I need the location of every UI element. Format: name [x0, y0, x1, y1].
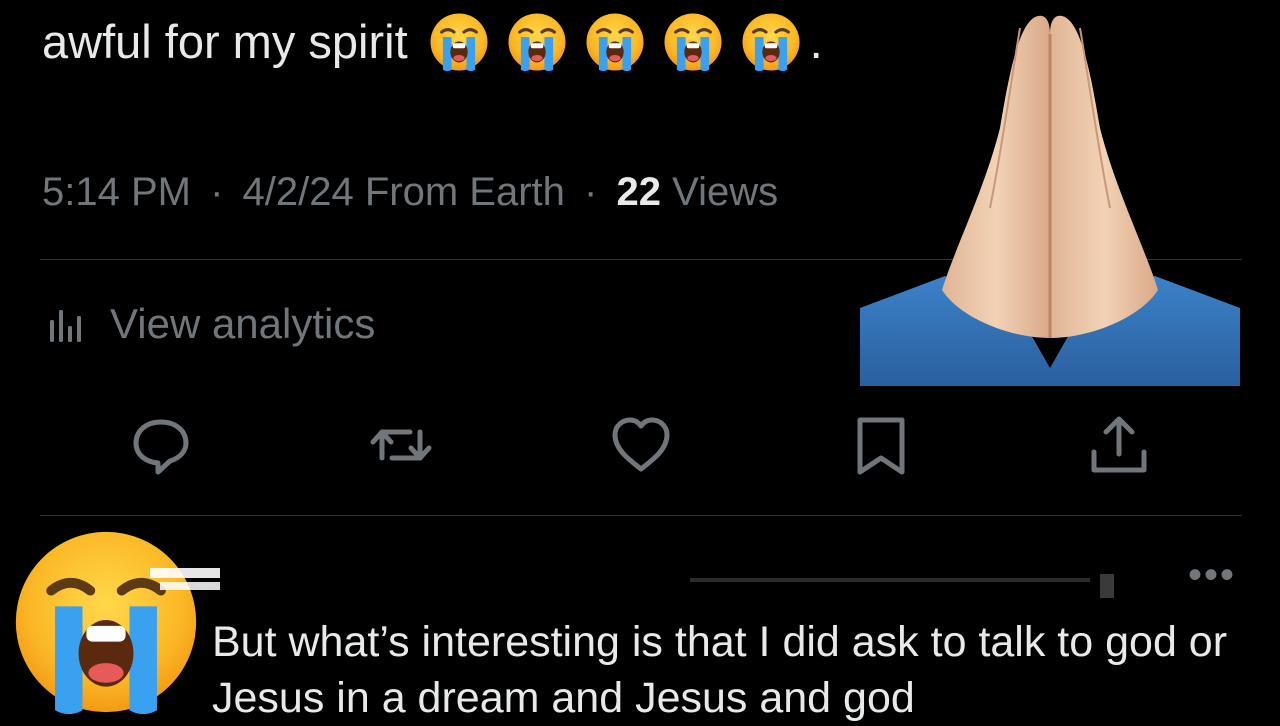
loudly-crying-face-icon [8, 524, 204, 720]
loudly-crying-face-icon [740, 11, 802, 73]
reply-button[interactable] [126, 410, 196, 480]
reply-text: But what’s interesting is that I did ask… [212, 618, 1228, 722]
tweet-meta: 5:14 PM · 4/2/24 From Earth · 22 Views [42, 166, 778, 218]
like-button[interactable] [606, 410, 676, 480]
tweet-text: awful for my spirit [42, 15, 408, 68]
folded-hands-icon [860, 15, 1240, 386]
redaction-scribble [150, 568, 1114, 598]
reply-bubble-icon [133, 419, 189, 475]
emoji-group [428, 11, 802, 73]
retweet-icon [370, 429, 432, 461]
share-upload-icon [1091, 416, 1147, 473]
analytics-bars-icon [50, 310, 81, 342]
more-options-icon[interactable]: ••• [1184, 555, 1240, 600]
views-label: Views [672, 170, 779, 214]
tweet-time[interactable]: 5:14 PM [42, 170, 191, 214]
meta-separator: · [584, 170, 598, 214]
retweet-button[interactable] [366, 410, 436, 480]
loudly-crying-face-icon [428, 11, 490, 73]
loudly-crying-face-icon [506, 11, 568, 73]
tweet-text-line: awful for my spirit . [42, 10, 823, 74]
share-button[interactable] [1084, 410, 1154, 480]
loudly-crying-face-icon [662, 11, 724, 73]
loudly-crying-face-icon [584, 11, 646, 73]
bookmark-icon [857, 417, 905, 475]
bookmark-button[interactable] [846, 410, 916, 480]
meta-separator: · [210, 170, 224, 214]
tweet-date-source: 4/2/24 From Earth [242, 170, 565, 214]
views-count: 22 [616, 170, 662, 214]
view-analytics-link[interactable]: View analytics [46, 298, 375, 350]
divider [40, 515, 1242, 516]
view-analytics-label: View analytics [110, 300, 376, 347]
heart-icon [612, 417, 670, 472]
tweet-text-end: . [809, 15, 823, 68]
